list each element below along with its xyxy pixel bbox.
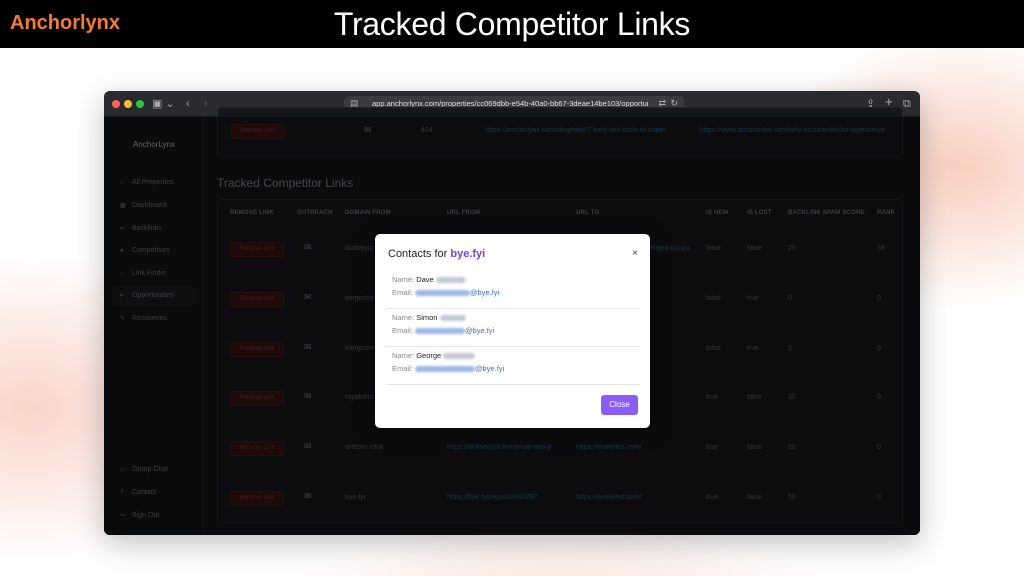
page-headline: Tracked Competitor Links xyxy=(333,6,691,42)
email-domain-link[interactable]: @bye.fyi xyxy=(475,364,504,373)
sidebar-toggle-icon[interactable]: ▣ ⌄ xyxy=(152,96,175,112)
email-label: Email: xyxy=(392,326,413,335)
contact-name: Name: Dave xyxy=(392,275,466,284)
contact-entry: Name: George Email: @bye.fyi xyxy=(386,347,640,385)
email-label: Email: xyxy=(392,288,413,297)
close-icon[interactable]: × xyxy=(632,248,638,259)
back-icon[interactable]: ‹ xyxy=(186,96,190,112)
email-domain-link[interactable]: @bye.fyi xyxy=(465,326,494,335)
redacted-email-user xyxy=(414,366,475,373)
redacted-last-name xyxy=(439,315,466,322)
contact-email: Email: @bye.fyi xyxy=(392,288,499,297)
redacted-email-user xyxy=(414,328,465,335)
modal-title-domain: bye.fyi xyxy=(450,248,486,260)
modal-title: Contacts for bye.fyi xyxy=(388,248,485,260)
email-label: Email: xyxy=(392,364,413,373)
contact-first-name: Dave xyxy=(416,275,434,284)
app-content: AnchorLynx ⌂ All Properties ▦ Dashboard ∞ B… xyxy=(104,107,920,535)
contact-email: Email: @bye.fyi xyxy=(392,326,494,335)
browser-window: ▣ ⌄ ‹ › ▤ app.anchorlynx.com/properties/… xyxy=(104,91,920,535)
forward-icon[interactable]: › xyxy=(204,96,208,112)
email-domain-link[interactable]: @bye.fyi xyxy=(470,288,499,297)
contact-entry: Name: Simon Email: @bye.fyi xyxy=(386,309,640,347)
close-button[interactable]: Close xyxy=(601,395,638,415)
promo-header: Anchorlynx Tracked Competitor Links xyxy=(0,0,1024,48)
maximize-window-button[interactable] xyxy=(136,100,144,108)
contact-name: Name: George xyxy=(392,351,476,360)
contact-first-name: Simon xyxy=(416,313,438,322)
contact-email: Email: @bye.fyi xyxy=(392,364,504,373)
redacted-last-name xyxy=(435,277,466,284)
modal-title-prefix: Contacts for xyxy=(388,248,448,260)
redacted-last-name xyxy=(443,353,476,360)
name-label: Name: xyxy=(392,313,415,322)
tabs-overview-icon[interactable]: ⧉ xyxy=(903,96,911,112)
close-window-button[interactable] xyxy=(112,100,120,108)
contact-entry: Name: Dave Email: @bye.fyi xyxy=(386,271,640,309)
name-label: Name: xyxy=(392,351,415,360)
redacted-email-user xyxy=(414,290,470,297)
contact-name: Name: Simon xyxy=(392,313,466,322)
contact-first-name: George xyxy=(416,351,442,360)
contacts-modal: Contacts for bye.fyi × Name: Dave Email:… xyxy=(375,234,650,428)
name-label: Name: xyxy=(392,275,415,284)
minimize-window-button[interactable] xyxy=(124,100,132,108)
